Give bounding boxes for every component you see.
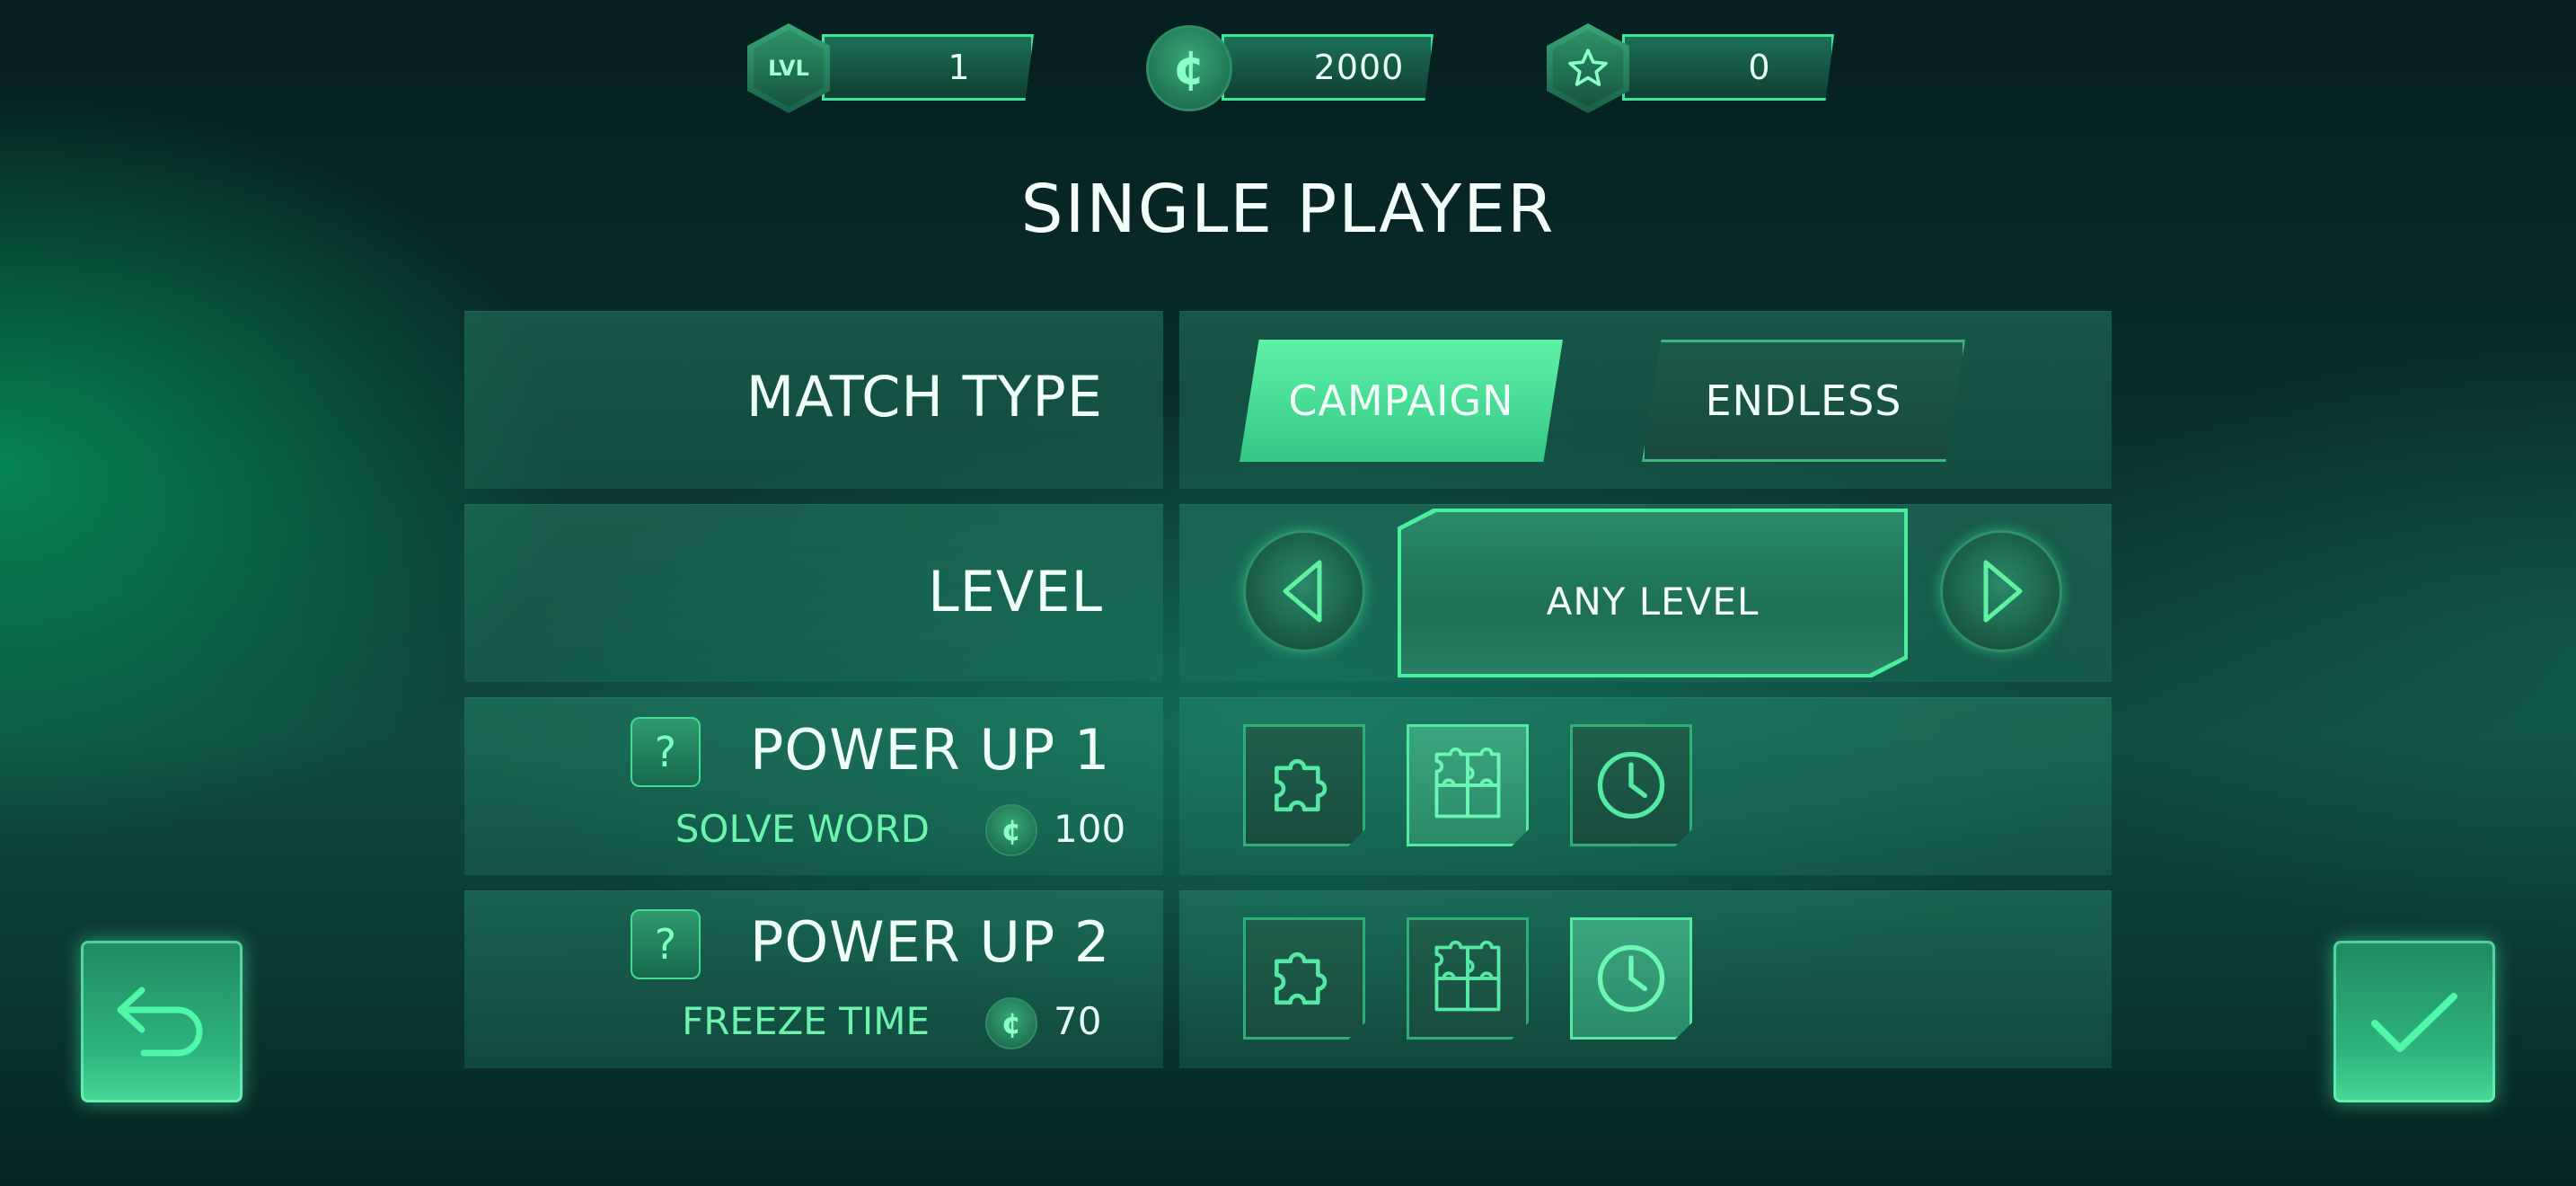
campaign-button-label: CAMPAIGN — [1288, 376, 1514, 425]
puzzle-piece-icon — [1275, 951, 1328, 1005]
page-title: SINGLE PLAYER — [1020, 171, 1556, 248]
back-arrow-icon — [117, 987, 203, 1057]
level-prev-button[interactable] — [1243, 530, 1365, 652]
power-up-1-option-puzzle[interactable] — [1243, 724, 1365, 846]
star-icon — [1553, 30, 1623, 107]
power-up-1-option-multi-puzzle[interactable] — [1407, 724, 1529, 846]
power-up-2-name: FREEZE TIME — [682, 999, 930, 1043]
power-up-2-option-puzzle[interactable] — [1243, 917, 1365, 1040]
campaign-button[interactable]: CAMPAIGN — [1239, 340, 1563, 462]
chevron-left-icon — [1283, 560, 1322, 623]
match-type-label: MATCH TYPE — [745, 364, 1103, 429]
power-up-1-cost: 100 — [1054, 807, 1126, 851]
star-badge — [1547, 23, 1629, 113]
endless-button-label: ENDLESS — [1705, 376, 1902, 425]
clock-icon — [1597, 751, 1665, 819]
level-badge-text: LVL — [754, 30, 824, 107]
level-label: LEVEL — [928, 559, 1103, 624]
puzzle-multi-icon — [1434, 747, 1501, 819]
power-up-1-name: SOLVE WORD — [675, 807, 930, 851]
coins-value: 2000 — [1313, 48, 1405, 87]
power-up-2-label: POWER UP 2 — [750, 909, 1111, 975]
power-up-2-coin-icon: ¢ — [985, 997, 1037, 1049]
level-bar: 1 — [822, 34, 1034, 101]
coin-icon: ¢ — [1146, 25, 1232, 111]
endless-button[interactable]: ENDLESS — [1642, 340, 1965, 462]
stars-bar: 0 — [1622, 34, 1834, 101]
back-button[interactable] — [81, 941, 243, 1102]
power-up-1-help-button[interactable]: ? — [631, 717, 701, 787]
level-badge: LVL — [747, 23, 830, 113]
power-up-1-option-clock[interactable] — [1570, 724, 1692, 846]
checkmark-icon — [2371, 993, 2457, 1052]
puzzle-multi-icon — [1434, 940, 1501, 1012]
power-up-2-cost: 70 — [1054, 999, 1102, 1043]
level-next-button[interactable] — [1940, 530, 2062, 652]
power-up-2-help-button[interactable]: ? — [631, 909, 701, 979]
power-up-2-option-multi-puzzle[interactable] — [1407, 917, 1529, 1040]
chevron-right-icon — [1983, 560, 2023, 623]
clock-icon — [1597, 944, 1665, 1013]
power-up-1-label: POWER UP 1 — [750, 717, 1111, 783]
power-up-1-coin-icon: ¢ — [985, 804, 1037, 856]
level-value: ANY LEVEL — [1546, 580, 1760, 624]
coins-bar: 2000 — [1222, 34, 1434, 101]
confirm-button[interactable] — [2333, 941, 2495, 1102]
level-value: 1 — [948, 48, 971, 87]
puzzle-piece-icon — [1275, 758, 1328, 812]
stars-value: 0 — [1748, 48, 1771, 87]
power-up-2-option-clock[interactable] — [1570, 917, 1692, 1040]
